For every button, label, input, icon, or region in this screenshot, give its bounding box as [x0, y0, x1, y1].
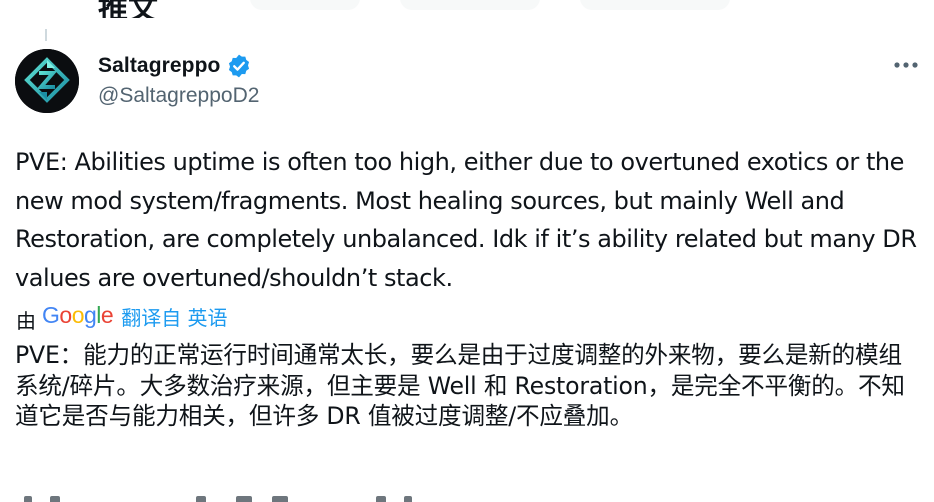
cutoff-fragment	[272, 496, 288, 502]
top-placeholder-blob	[250, 0, 360, 10]
top-cutoff-strip: 推文	[0, 0, 934, 18]
author-name-row[interactable]: Saltagreppo	[98, 52, 252, 80]
more-options-button[interactable]	[888, 51, 924, 79]
verified-badge-icon[interactable]	[226, 53, 252, 79]
header-cut-text: 推文	[98, 0, 158, 18]
bottom-cutoff-strip	[0, 490, 934, 502]
more-dots-icon	[894, 62, 918, 68]
display-name[interactable]: Saltagreppo	[98, 54, 220, 78]
author-handle[interactable]: @SaltagreppoD2	[98, 84, 259, 108]
top-placeholder-blob	[580, 0, 730, 10]
top-placeholder-blob	[400, 0, 540, 10]
translated-text: PVE：能力的正常运行时间通常太长，要么是由于过度调整的外来物，要么是新的模组系…	[15, 341, 905, 430]
cutoff-fragment	[376, 496, 386, 502]
google-logo: Google	[42, 301, 114, 328]
cutoff-fragment	[196, 496, 206, 502]
translation-attribution: 由 Google 翻译自 英语	[16, 301, 228, 333]
destiny-logo-avatar-icon	[15, 49, 79, 113]
avatar[interactable]	[15, 49, 79, 113]
thread-line	[45, 29, 47, 41]
cutoff-fragment	[236, 496, 252, 502]
translated-by-label: 由	[16, 308, 36, 333]
cutoff-fragment	[404, 496, 412, 502]
translated-from-link[interactable]: 翻译自 英语	[121, 302, 227, 331]
cutoff-fragment	[24, 496, 32, 502]
tweet-text: PVE: Abilities uptime is often too high,…	[15, 148, 917, 292]
cutoff-fragment	[50, 496, 60, 502]
